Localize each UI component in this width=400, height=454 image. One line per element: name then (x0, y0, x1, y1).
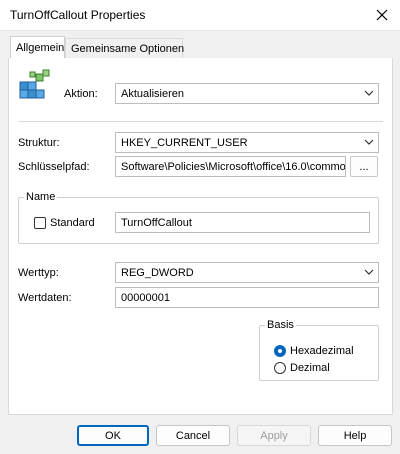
help-label: Help (343, 429, 367, 442)
chevron-down-icon (364, 269, 374, 275)
ok-button[interactable]: OK (77, 425, 149, 446)
standard-checkbox[interactable] (34, 217, 46, 229)
structure-combobox[interactable]: HKEY_CURRENT_USER (115, 132, 379, 153)
chevron-down-icon (364, 90, 374, 96)
tab-label: Allgemein (16, 42, 65, 54)
structure-label: Struktur: (18, 137, 60, 149)
value-data-input[interactable]: 00000001 (115, 287, 379, 308)
key-path-label: Schlüsselpfad: (18, 161, 90, 173)
tab-gemeinsame-optionen[interactable]: Gemeinsame Optionen (65, 38, 185, 59)
decimal-radio[interactable] (274, 362, 286, 374)
name-input[interactable]: TurnOffCallout (115, 212, 370, 233)
title-bar: TurnOffCallout Properties (0, 0, 400, 31)
close-button[interactable] (368, 3, 396, 27)
chevron-down-icon (364, 139, 374, 145)
value-data-label: Wertdaten: (18, 292, 72, 304)
cancel-button[interactable]: Cancel (156, 425, 230, 446)
action-label: Aktion: (64, 88, 98, 100)
registry-icon (19, 69, 50, 99)
hexadecimal-radio[interactable] (274, 345, 286, 357)
base-group-legend: Basis (265, 319, 296, 331)
cancel-label: Cancel (175, 429, 211, 442)
hexadecimal-label: Hexadezimal (290, 345, 354, 357)
close-icon (376, 9, 388, 21)
structure-value: HKEY_CURRENT_USER (121, 136, 248, 149)
action-combobox[interactable]: Aktualisieren (115, 83, 379, 104)
key-path-input[interactable]: Software\Policies\Microsoft\office\16.0\… (115, 156, 346, 177)
value-type-combobox[interactable]: REG_DWORD (115, 262, 379, 283)
key-path-value: Software\Policies\Microsoft\office\16.0\… (121, 160, 346, 173)
apply-label: Apply (260, 429, 288, 442)
browse-key-button[interactable]: ... (350, 156, 378, 177)
name-group-legend: Name (24, 191, 58, 203)
window-title: TurnOffCallout Properties (10, 8, 146, 22)
name-value: TurnOffCallout (121, 216, 192, 229)
tab-label: Gemeinsame Optionen (71, 43, 185, 55)
value-type-value: REG_DWORD (121, 266, 194, 279)
apply-button: Apply (237, 425, 311, 446)
tab-allgemein[interactable]: Allgemein (10, 36, 65, 59)
ok-label: OK (105, 429, 121, 442)
standard-label: Standard (50, 217, 95, 229)
decimal-label: Dezimal (290, 362, 330, 374)
separator (18, 121, 383, 122)
action-value: Aktualisieren (121, 87, 184, 100)
browse-label: ... (359, 160, 369, 173)
value-data-value: 00000001 (121, 291, 170, 304)
help-button[interactable]: Help (318, 425, 392, 446)
value-type-label: Werttyp: (18, 267, 59, 279)
